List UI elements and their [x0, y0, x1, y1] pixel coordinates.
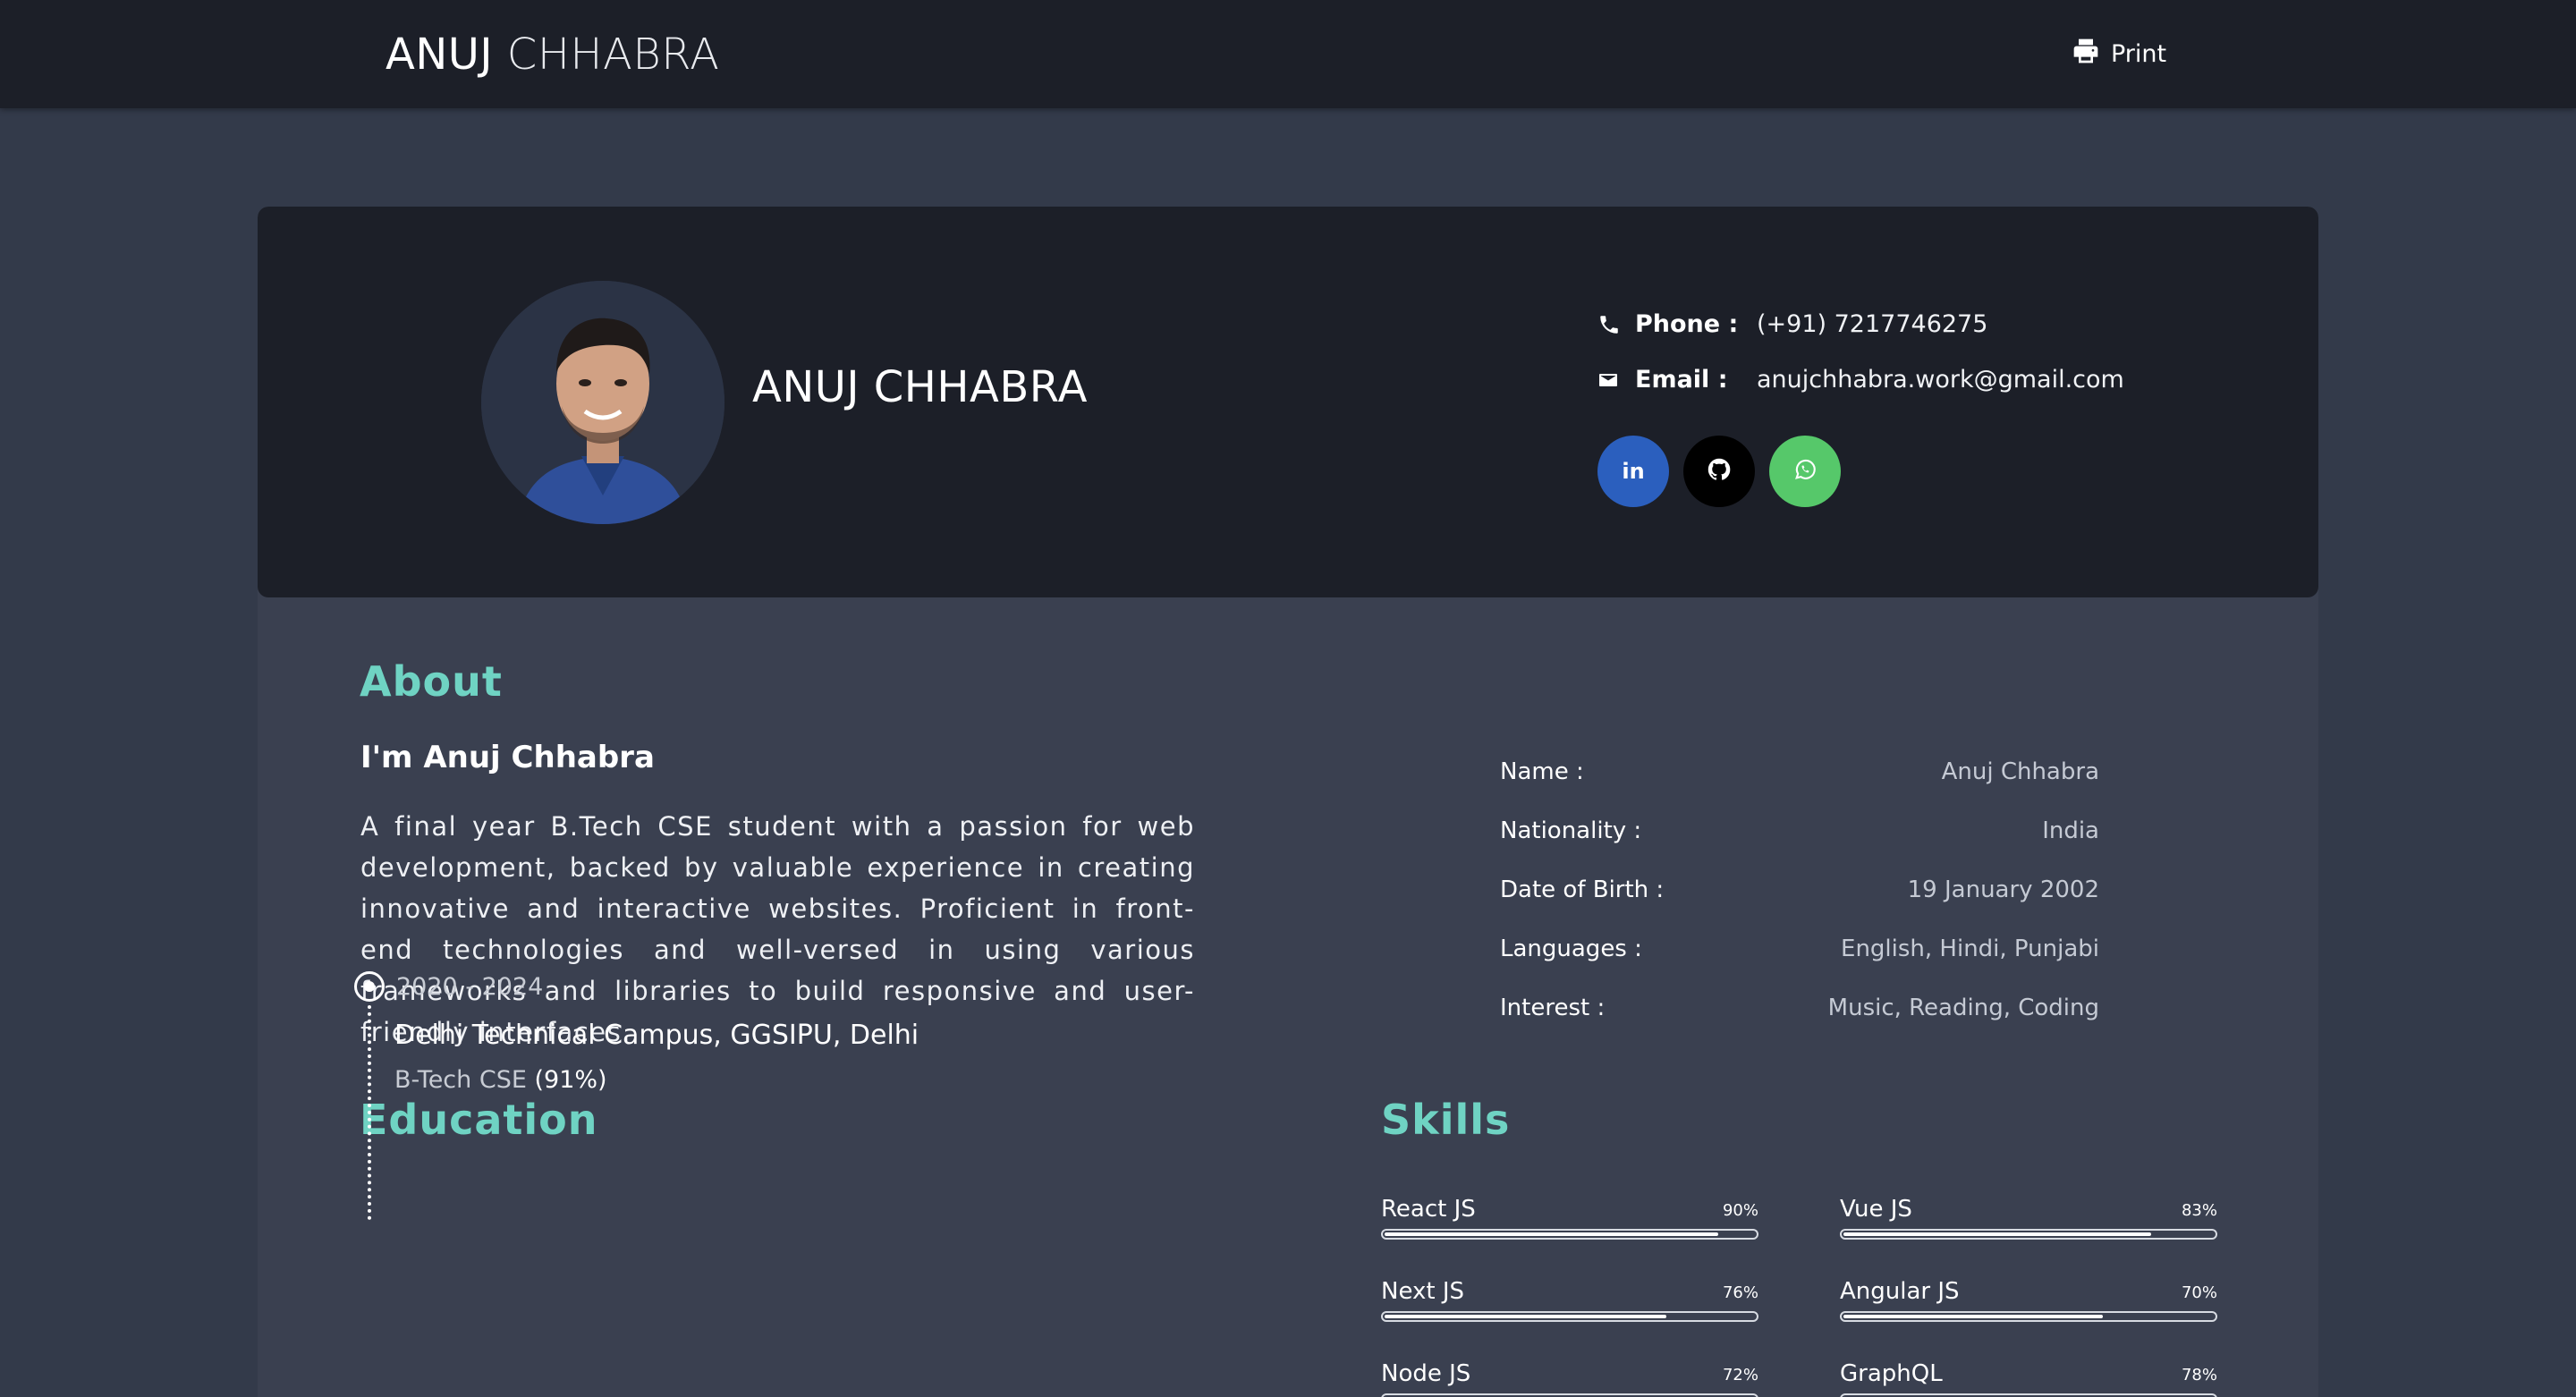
whatsapp-icon: [1792, 457, 1818, 486]
skill-percent: 83%: [2181, 1201, 2217, 1220]
phone-label: Phone :: [1635, 310, 1739, 338]
profile-photo-icon: [481, 281, 724, 524]
whatsapp-button[interactable]: [1769, 436, 1841, 507]
info-row-name: Name : Anuj Chhabra: [1500, 754, 2099, 790]
linkedin-icon: in: [1622, 459, 1645, 484]
about-heading: About: [360, 657, 503, 706]
education-heading: Education: [360, 1096, 598, 1144]
info-key: Languages :: [1500, 936, 1642, 962]
info-value: English, Hindi, Punjabi: [1841, 936, 2099, 962]
skill-percent: 90%: [1722, 1201, 1758, 1220]
print-button[interactable]: Print: [2072, 34, 2166, 73]
info-key: Interest :: [1500, 995, 1606, 1021]
skill-item: GraphQL 78%: [1840, 1358, 2217, 1397]
skill-name: Vue JS: [1840, 1196, 1912, 1223]
profile-header: ANUJ CHHABRA Phone : (+91) 7217746275 Em…: [258, 207, 2318, 597]
degree-name: B-Tech CSE: [394, 1066, 527, 1094]
skill-progress-fill: [1385, 1232, 1718, 1236]
skill-progress-track: [1840, 1311, 2217, 1322]
skill-item: React JS 90%: [1381, 1193, 1758, 1247]
degree-score: (91%): [534, 1066, 607, 1094]
about-subtitle: I'm Anuj Chhabra: [360, 740, 655, 775]
skill-percent: 76%: [1722, 1283, 1758, 1302]
info-value: India: [2042, 817, 2099, 844]
github-icon: [1707, 457, 1732, 486]
profile-name: ANUJ CHHABRA: [752, 362, 1088, 412]
skill-name: Next JS: [1381, 1278, 1465, 1305]
skill-item: Next JS 76%: [1381, 1275, 1758, 1329]
email-icon: [1597, 368, 1623, 393]
skill-progress-fill: [1843, 1232, 2151, 1236]
resume-card: ANUJ CHHABRA Phone : (+91) 7217746275 Em…: [258, 207, 2318, 1397]
email-row: Email : anujchhabra.work@gmail.com: [1597, 364, 2124, 396]
education-degree: B-Tech CSE (91%): [394, 1064, 607, 1096]
github-button[interactable]: [1683, 436, 1755, 507]
brand-last-name: CHHABRA: [506, 30, 720, 80]
info-row-interest: Interest : Music, Reading, Coding: [1500, 990, 2099, 1026]
info-row-languages: Languages : English, Hindi, Punjabi: [1500, 931, 2099, 967]
info-row-dob: Date of Birth : 19 January 2002: [1500, 872, 2099, 908]
print-label: Print: [2111, 39, 2167, 68]
skill-item: Node JS 72%: [1381, 1358, 1758, 1397]
skill-name: GraphQL: [1840, 1360, 1943, 1387]
skill-progress-track: [1381, 1311, 1758, 1322]
about-description: A final year B.Tech CSE student with a p…: [360, 811, 1195, 1047]
skill-name: Node JS: [1381, 1360, 1471, 1387]
skill-name: Angular JS: [1840, 1278, 1960, 1305]
skill-percent: 72%: [1722, 1366, 1758, 1384]
email-value[interactable]: anujchhabra.work@gmail.com: [1757, 364, 2124, 396]
email-label: Email :: [1635, 366, 1728, 394]
info-value: Anuj Chhabra: [1941, 758, 2099, 785]
info-key: Date of Birth :: [1500, 876, 1665, 903]
timeline-dot-icon: [354, 971, 385, 1002]
skill-item: Angular JS 70%: [1840, 1275, 2217, 1329]
printer-icon: [2072, 37, 2100, 72]
avatar: [481, 281, 724, 524]
skill-percent: 78%: [2181, 1366, 2217, 1384]
skill-progress-fill: [1385, 1315, 1666, 1318]
education-years: 2020 - 2024: [396, 973, 544, 1001]
info-value: Music, Reading, Coding: [1827, 995, 2099, 1021]
skill-progress-fill: [1843, 1315, 2103, 1318]
skill-item: Vue JS 83%: [1840, 1193, 2217, 1247]
linkedin-button[interactable]: in: [1597, 436, 1669, 507]
brand-logo[interactable]: ANUJ CHHABRA: [386, 28, 720, 81]
info-row-nationality: Nationality : India: [1500, 813, 2099, 849]
info-key: Name :: [1500, 758, 1584, 785]
skill-progress-track: [1840, 1229, 2217, 1240]
phone-row: Phone : (+91) 7217746275: [1597, 309, 1987, 341]
top-navbar: ANUJ CHHABRA Print: [0, 0, 2576, 108]
timeline-line: [368, 1005, 371, 1220]
skills-heading: Skills: [1381, 1096, 1511, 1144]
skill-progress-track: [1381, 1229, 1758, 1240]
skill-progress-track: [1840, 1393, 2217, 1397]
phone-value[interactable]: (+91) 7217746275: [1757, 309, 1987, 341]
skill-percent: 70%: [2181, 1283, 2217, 1302]
info-key: Nationality :: [1500, 817, 1642, 844]
education-school: Delhi Technical Campus, GGSIPU, Delhi: [394, 1020, 919, 1051]
skill-progress-track: [1381, 1393, 1758, 1397]
info-value: 19 January 2002: [1907, 876, 2099, 903]
phone-icon: [1597, 312, 1623, 337]
brand-first-name: ANUJ: [386, 30, 494, 80]
skill-name: React JS: [1381, 1196, 1476, 1223]
